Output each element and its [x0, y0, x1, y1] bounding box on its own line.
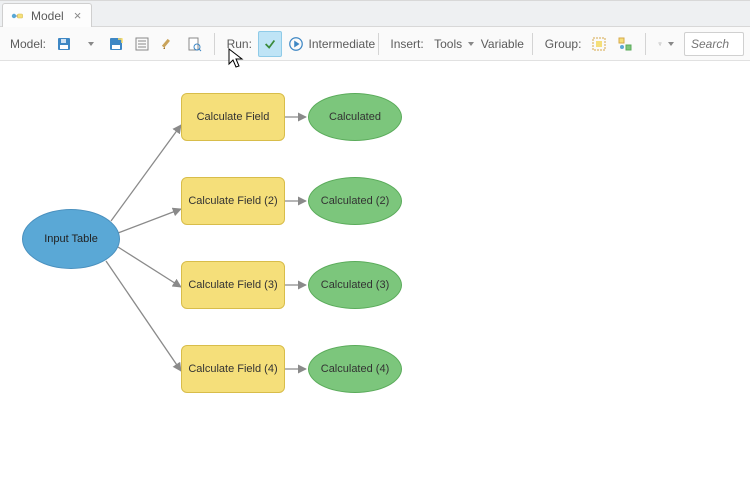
node-label: Calculated	[329, 111, 381, 123]
node-calculate-field-3[interactable]: Calculate Field (3)	[181, 261, 285, 309]
node-label: Calculate Field (3)	[188, 279, 277, 291]
node-label: Calculate Field (4)	[188, 363, 277, 375]
properties-button[interactable]	[130, 31, 154, 57]
tab-label: Model	[31, 9, 64, 23]
node-label: Calculated (4)	[321, 363, 389, 375]
separator	[214, 33, 215, 55]
node-label: Input Table	[44, 233, 98, 245]
node-label: Calculated (2)	[321, 195, 389, 207]
search-container	[684, 32, 744, 56]
intermediate-button[interactable]: Intermediate	[310, 31, 370, 57]
separator	[645, 33, 646, 55]
run-button[interactable]	[284, 31, 308, 57]
node-calculated-3[interactable]: Calculated (3)	[308, 261, 402, 309]
node-calculated-4[interactable]: Calculated (4)	[308, 345, 402, 393]
model-canvas[interactable]: Input Table Calculate Field Calculate Fi…	[0, 61, 750, 501]
search-input[interactable]	[684, 32, 744, 56]
node-label: Calculate Field	[197, 111, 270, 123]
group-button[interactable]	[587, 31, 611, 57]
node-calculated-2[interactable]: Calculated (2)	[308, 177, 402, 225]
ungroup-button[interactable]	[613, 31, 637, 57]
model-label: Model:	[6, 37, 50, 51]
insert-label: Insert:	[386, 37, 427, 51]
tab-strip: Model ×	[0, 1, 750, 27]
node-calculate-field-2[interactable]: Calculate Field (2)	[181, 177, 285, 225]
tab-model[interactable]: Model ×	[2, 3, 92, 27]
variable-button[interactable]: Variable	[477, 31, 525, 57]
node-label: Calculate Field (2)	[188, 195, 277, 207]
save-dropdown[interactable]	[78, 31, 102, 57]
tools-button[interactable]: Tools	[430, 31, 475, 57]
separator	[532, 33, 533, 55]
run-label: Run:	[223, 37, 256, 51]
toolbar: Model: Run: Intermediate Insert: Tools V…	[0, 27, 750, 61]
report-button[interactable]	[182, 31, 206, 57]
group-label: Group:	[541, 37, 586, 51]
save-button[interactable]	[52, 31, 76, 57]
separator	[378, 33, 379, 55]
node-calculated-1[interactable]: Calculated	[308, 93, 402, 141]
close-icon[interactable]: ×	[74, 8, 82, 23]
filter-button[interactable]	[654, 31, 678, 57]
node-calculate-field-1[interactable]: Calculate Field	[181, 93, 285, 141]
validate-button[interactable]	[258, 31, 282, 57]
save-as-button[interactable]	[104, 31, 128, 57]
intermediate-label: Intermediate	[309, 37, 376, 51]
variable-label: Variable	[481, 37, 524, 51]
tools-label: Tools	[434, 37, 462, 51]
node-input-table[interactable]: Input Table	[22, 209, 120, 269]
modelbuilder-icon	[11, 9, 25, 23]
node-label: Calculated (3)	[321, 279, 389, 291]
environments-button[interactable]	[156, 31, 180, 57]
node-calculate-field-4[interactable]: Calculate Field (4)	[181, 345, 285, 393]
